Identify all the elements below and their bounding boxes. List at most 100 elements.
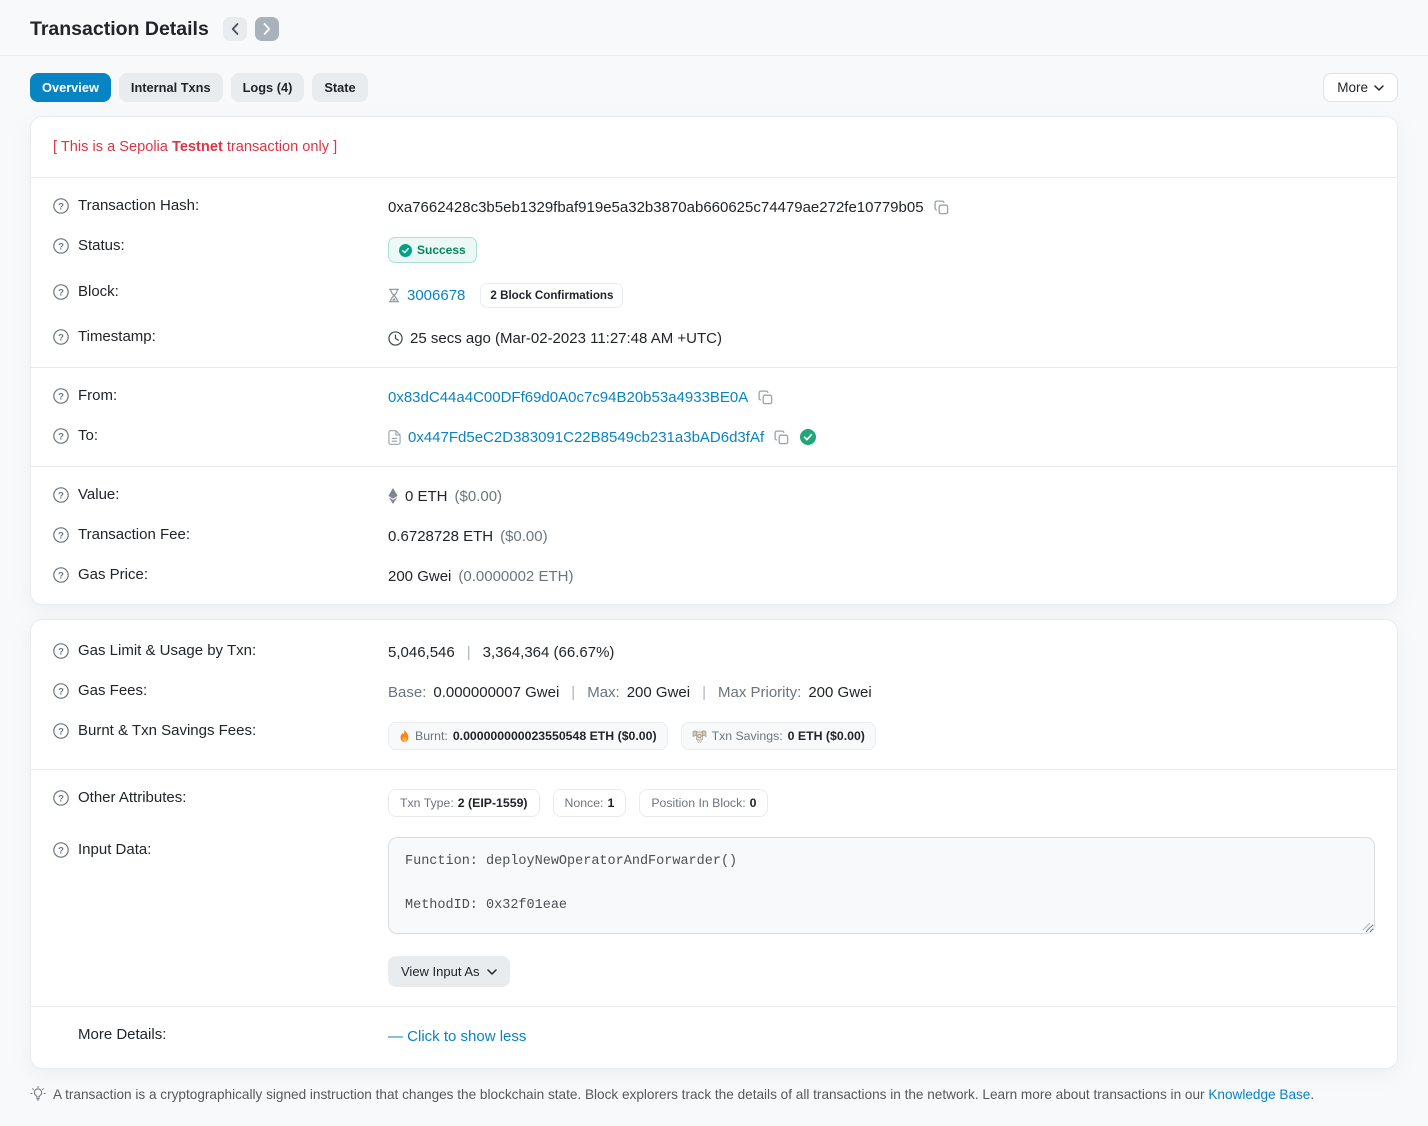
help-icon[interactable]: ? [53,683,69,699]
copy-icon[interactable] [933,199,950,216]
divider [31,769,1397,770]
chevron-right-icon [263,23,271,35]
copy-icon[interactable] [773,429,790,446]
input-data-textarea[interactable]: Function: deployNewOperatorAndForwarder(… [388,837,1375,934]
row-label-text: Transaction Hash: [78,197,199,214]
nonce-badge: Nonce: 1 [553,789,627,817]
help-icon[interactable]: ? [53,428,69,444]
gas-details-card: ? Gas Limit & Usage by Txn: 5,046,546 | … [30,619,1398,1069]
max-fee-label: Max: [587,684,620,701]
transaction-hash-row: ? Transaction Hash: 0xa7662428c3b5eb1329… [53,187,1375,227]
more-dropdown-button[interactable]: More [1323,73,1398,102]
value-amount: 0 ETH [405,488,448,505]
help-icon[interactable]: ? [53,527,69,543]
divider [31,1006,1397,1007]
txn-type-badge: Txn Type: 2 (EIP-1559) [388,789,540,817]
burnt-value: 0.000000000023550548 ETH ($0.00) [453,729,657,743]
svg-text:?: ? [58,646,64,657]
help-icon[interactable]: ? [53,643,69,659]
row-label-text: Value: [78,486,119,503]
gas-price-row: ? Gas Price: 200 Gwei (0.0000002 ETH) [53,556,1375,596]
svg-text:?: ? [58,391,64,402]
page-header: Transaction Details [0,0,1428,56]
divider [31,367,1397,368]
svg-text:?: ? [58,490,64,501]
help-icon[interactable]: ? [53,790,69,806]
block-row: ? Block: 3006678 2 Block Confirmations [53,273,1375,318]
previous-transaction-button[interactable] [223,17,247,41]
gas-usage-value: 3,364,364 (66.67%) [483,644,615,661]
svg-text:?: ? [58,530,64,541]
transaction-details-page: Transaction Details Overview Internal Tx… [0,0,1428,1126]
help-icon[interactable]: ? [53,487,69,503]
help-icon[interactable]: ? [53,567,69,583]
row-label-text: Transaction Fee: [78,526,190,543]
help-icon[interactable]: ? [53,842,69,858]
chevron-down-icon [1374,85,1384,91]
clock-icon [388,331,403,346]
svg-text:?: ? [58,845,64,856]
fee-amount: 0.6728728 ETH [388,528,493,545]
row-label-text: Burnt & Txn Savings Fees: [78,722,256,739]
row-label-text: Block: [78,283,119,300]
footer-note: A transaction is a cryptographically sig… [0,1069,1428,1102]
help-icon[interactable]: ? [53,284,69,300]
footer-text: A transaction is a cryptographically sig… [53,1087,1208,1102]
copy-icon[interactable] [757,389,774,406]
contract-file-icon [388,430,401,445]
gas-price-eth: (0.0000002 ETH) [458,568,573,585]
input-data-row: ? Input Data: Function: deployNewOperato… [53,827,1375,997]
block-confirmations-badge: 2 Block Confirmations [480,283,623,308]
check-circle-icon [399,244,412,257]
show-less-link[interactable]: — Click to show less [388,1028,526,1045]
svg-text:?: ? [58,431,64,442]
hourglass-icon [388,288,400,303]
separator: | [462,644,476,661]
timestamp-value: 25 secs ago (Mar-02-2023 11:27:48 AM +UT… [410,330,722,347]
page-title: Transaction Details [30,18,209,41]
view-input-as-button[interactable]: View Input As [388,956,510,987]
separator: | [566,684,580,701]
help-icon[interactable]: ? [53,388,69,404]
max-priority-fee-label: Max Priority: [718,684,801,701]
to-row: ? To: 0x447Fd5eC2D383091C22B8549cb231a3b… [53,417,1375,457]
money-wings-icon [692,730,707,743]
divider [31,466,1397,467]
from-address-link[interactable]: 0x83dC44a4C00DFf69d0A0c7c94B20b53a4933BE… [388,389,748,406]
tab-overview[interactable]: Overview [30,73,111,102]
testnet-warning: [ This is a Sepolia Testnet transaction … [53,125,1375,168]
gas-limit-usage-row: ? Gas Limit & Usage by Txn: 5,046,546 | … [53,628,1375,672]
verified-check-icon [800,429,816,445]
eth-icon [388,488,398,504]
gas-price-amount: 200 Gwei [388,568,451,585]
row-label-text: Input Data: [78,841,151,858]
help-icon[interactable]: ? [53,238,69,254]
svg-text:?: ? [58,332,64,343]
footer-period: . [1310,1087,1314,1102]
tab-internal-txns[interactable]: Internal Txns [119,73,223,102]
knowledge-base-link[interactable]: Knowledge Base [1208,1087,1310,1102]
row-label-text: Gas Price: [78,566,148,583]
block-number-link[interactable]: 3006678 [407,287,465,304]
tab-state[interactable]: State [312,73,367,102]
more-details-row: More Details: — Click to show less [53,1016,1375,1060]
gas-limit-value: 5,046,546 [388,644,455,661]
lightbulb-icon [30,1086,46,1102]
to-address-link[interactable]: 0x447Fd5eC2D383091C22B8549cb231a3bAD6d3f… [408,429,764,446]
other-attributes-row: ? Other Attributes: Txn Type: 2 (EIP-155… [53,779,1375,827]
svg-text:?: ? [58,201,64,212]
tab-bar: Overview Internal Txns Logs (4) State Mo… [0,56,1428,102]
svg-text:?: ? [58,570,64,581]
txn-savings-value: 0 ETH ($0.00) [788,729,865,743]
row-label-text: Gas Limit & Usage by Txn: [78,642,256,659]
tab-logs[interactable]: Logs (4) [231,73,305,102]
max-fee-value: 200 Gwei [627,684,690,701]
next-transaction-button[interactable] [255,17,279,41]
timestamp-row: ? Timestamp: 25 secs ago (Mar-02-2023 11… [53,318,1375,358]
help-icon[interactable]: ? [53,198,69,214]
help-icon[interactable]: ? [53,329,69,345]
status-badge: Success [388,237,477,263]
help-icon[interactable]: ? [53,723,69,739]
gas-fees-row: ? Gas Fees: Base: 0.000000007 Gwei | Max… [53,672,1375,712]
svg-text:?: ? [58,686,64,697]
